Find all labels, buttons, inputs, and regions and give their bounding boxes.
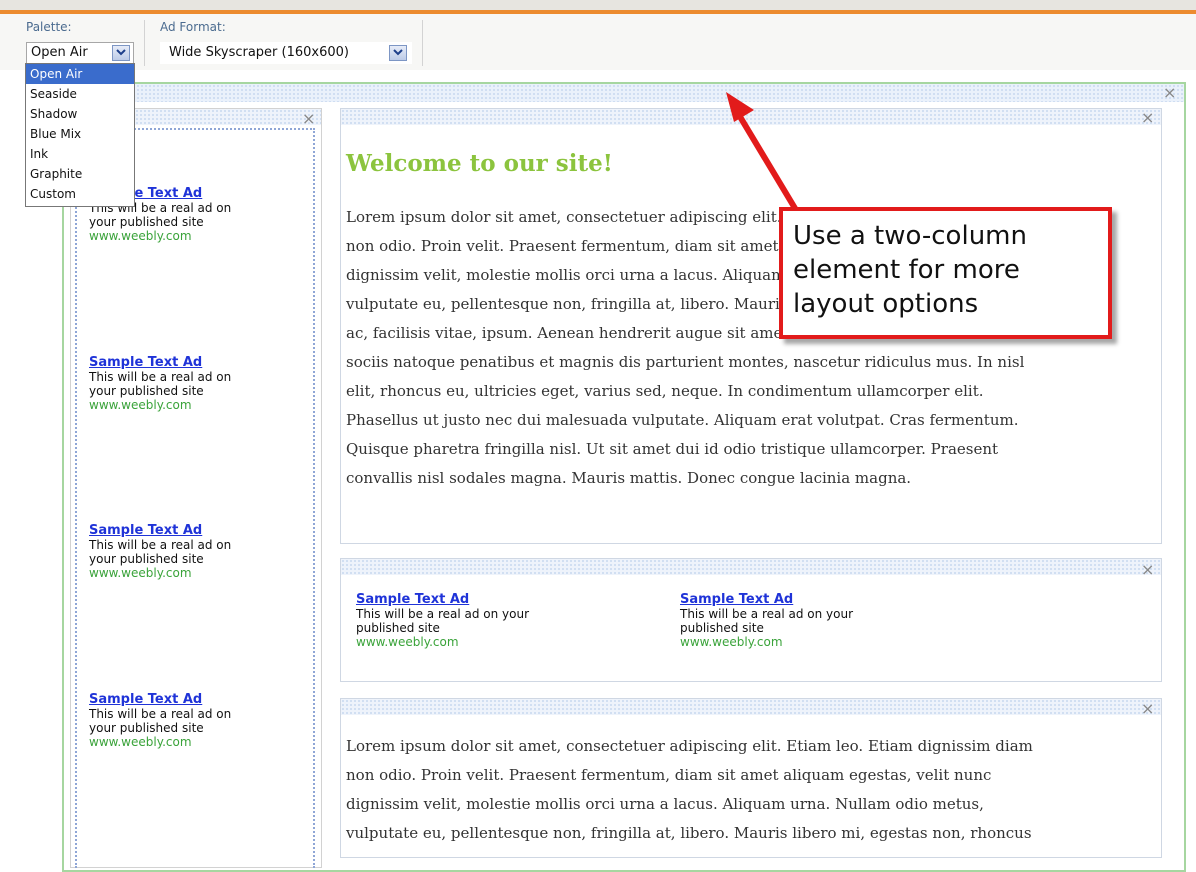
palette-option-seaside[interactable]: Seaside [26,84,134,104]
ad-title-link[interactable]: Sample Text Ad [89,692,231,707]
ad-description-line: your published site [89,721,204,735]
ad-description-line: This will be a real ad on your [680,607,854,621]
paragraph-line: dignissim velit, molestie mollis orci ur… [346,795,984,813]
sidebar-ad: Sample Text Ad This will be a real ad on… [89,692,231,749]
close-icon[interactable]: × [1163,85,1176,101]
palette-option-ink[interactable]: Ink [26,144,134,164]
close-icon[interactable]: × [302,111,315,127]
ad-description-line: your published site [89,384,204,398]
ad-url: www.weebly.com [680,635,783,649]
paragraph-line: Quisque pharetra fringilla nisl. Ut sit … [346,440,999,458]
toolbar: Palette: Open Air Ad Format: Wide Skyscr… [0,14,1196,70]
ad-format-select[interactable]: Wide Skyscraper (160x600) [160,42,412,64]
ad-url: www.weebly.com [89,566,192,580]
ad-title-link[interactable]: Sample Text Ad [680,592,853,607]
panel-handle-bar[interactable] [341,559,1161,575]
ad-description-line: This will be a real ad on [89,370,232,384]
inline-ad: Sample Text Ad This will be a real ad on… [680,592,853,649]
palette-group: Palette: Open Air [26,20,145,66]
annotation-callout: Use a two-column element for more layout… [779,207,1112,339]
arrow-shaft [733,107,799,213]
inline-ad: Sample Text Ad This will be a real ad on… [356,592,529,649]
paragraph-line: non odio. Proin velit. Praesent fermentu… [346,766,992,784]
ad-format-label: Ad Format: [160,20,226,34]
ad-description-line: This will be a real ad on your [356,607,530,621]
palette-dropdown-list: Open Air Seaside Shadow Blue Mix Ink Gra… [25,63,135,207]
palette-option-open-air[interactable]: Open Air [26,64,134,84]
paragraph-line: sociis natoque penatibus et magnis dis p… [346,353,1025,371]
paragraph: Lorem ipsum dolor sit amet, consectetuer… [346,732,1033,848]
palette-option-custom[interactable]: Custom [26,184,134,204]
ad-description-line: This will be a real ad on [89,538,232,552]
callout-line: Use a two-column [793,221,1027,251]
paragraph-line: elit, rhoncus eu, ultricies eget, varius… [346,382,984,400]
palette-option-graphite[interactable]: Graphite [26,164,134,184]
ad-url: www.weebly.com [89,398,192,412]
ad-title-link[interactable]: Sample Text Ad [89,355,231,370]
callout-line: element for more [793,255,1020,285]
palette-label: Palette: [26,20,72,34]
close-icon[interactable]: × [1141,110,1154,126]
ad-title-link[interactable]: Sample Text Ad [356,592,529,607]
ad-url: www.weebly.com [89,229,192,243]
paragraph-line: Phasellus ut justo nec dui malesuada vul… [346,411,1019,429]
ad-format-select-value: Wide Skyscraper (160x600) [169,45,349,60]
ad-description-line: your published site [89,552,204,566]
palette-select[interactable]: Open Air [26,42,134,64]
ad-description-line: published site [356,621,440,635]
palette-option-shadow[interactable]: Shadow [26,104,134,124]
palette-select-value: Open Air [31,45,88,60]
paragraph-line: convallis nisl sodales magna. Mauris mat… [346,469,912,487]
app-top-border [0,0,1196,14]
sidebar-ad: Sample Text Ad This will be a real ad on… [89,523,231,580]
ad-description-line: published site [680,621,764,635]
annotation-arrow [726,92,799,213]
close-icon[interactable]: × [1141,701,1154,717]
chevron-down-icon[interactable] [112,45,130,61]
close-icon[interactable]: × [1141,562,1154,578]
ad-url: www.weebly.com [356,635,459,649]
canvas-handle-bar[interactable] [64,84,1184,102]
sidebar-ad: Sample Text Ad This will be a real ad on… [89,355,231,412]
panel-handle-bar[interactable] [341,699,1161,715]
paragraph-line: Lorem ipsum dolor sit amet, consectetuer… [346,737,1033,755]
ad-format-group: Ad Format: Wide Skyscraper (160x600) [160,20,423,66]
chevron-down-icon[interactable] [389,45,407,61]
callout-text: Use a two-column element for more layout… [793,219,1027,321]
ad-description-line: This will be a real ad on [89,707,232,721]
page-heading: Welcome to our site! [346,150,613,177]
arrow-head [726,92,754,122]
ad-url: www.weebly.com [89,735,192,749]
ad-description-line: your published site [89,215,204,229]
ad-title-link[interactable]: Sample Text Ad [89,523,231,538]
callout-line: layout options [793,289,979,319]
paragraph-line: vulputate eu, pellentesque non, fringill… [346,824,1032,842]
palette-option-blue-mix[interactable]: Blue Mix [26,124,134,144]
